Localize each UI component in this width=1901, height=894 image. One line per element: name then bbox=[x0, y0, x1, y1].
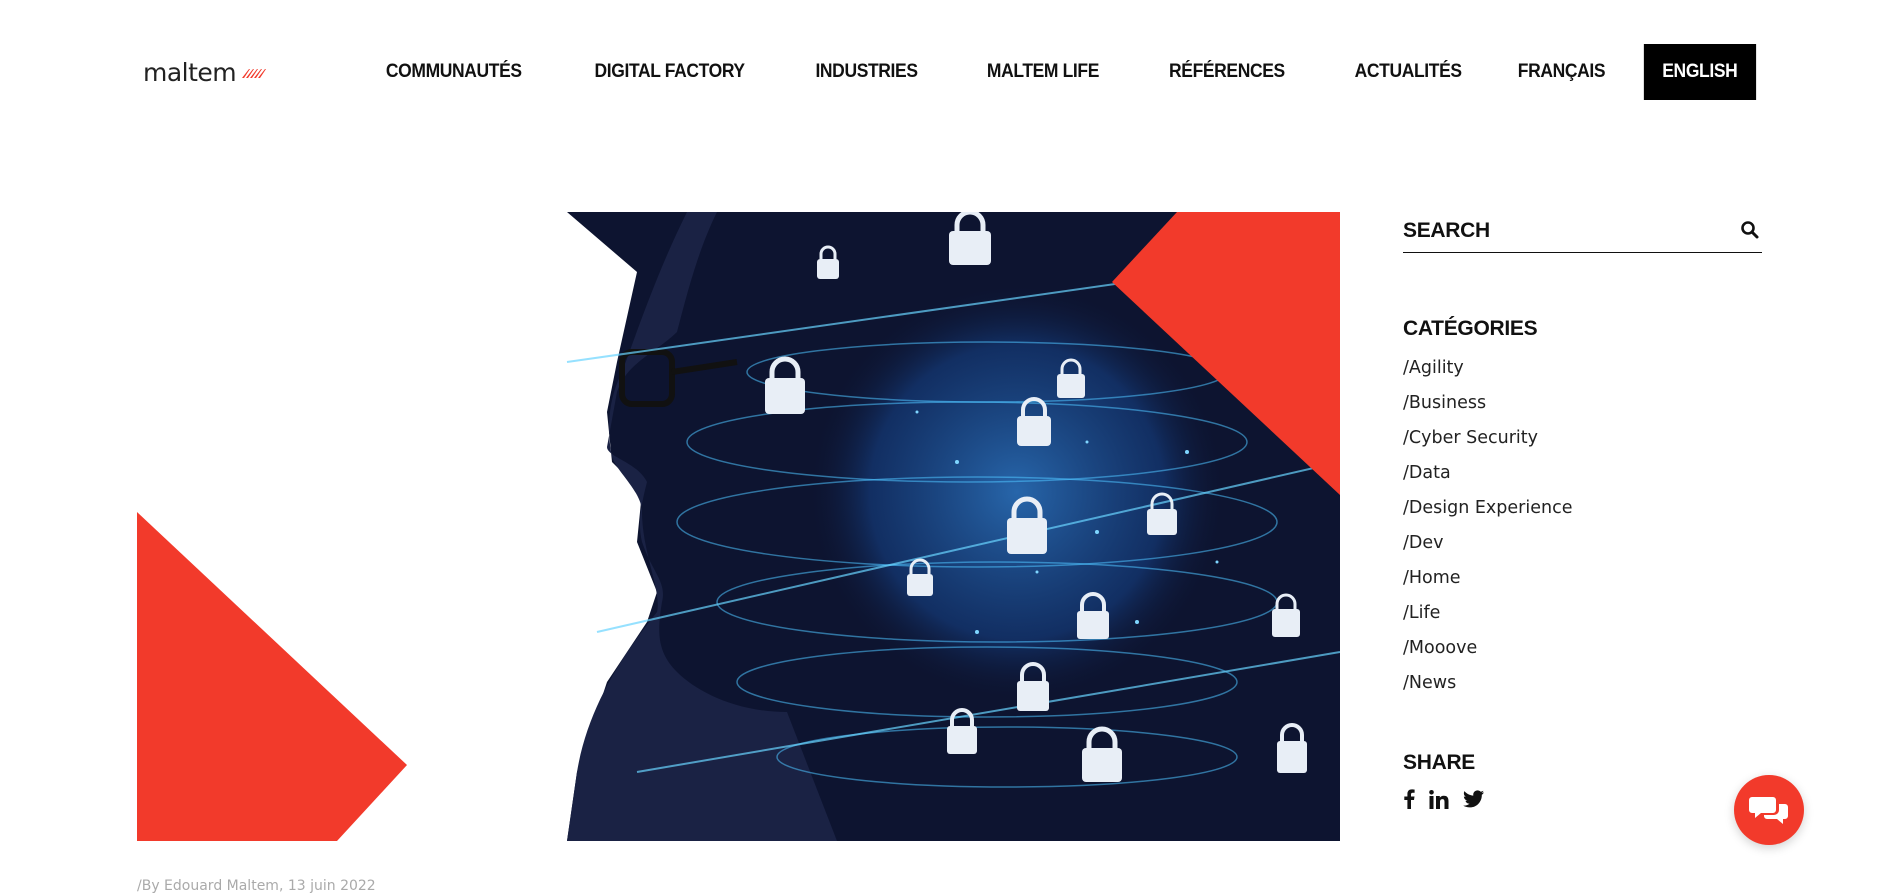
search-icon[interactable] bbox=[1740, 220, 1762, 242]
nav-references[interactable]: RÉFÉRENCES bbox=[1169, 61, 1285, 83]
logo-text: maltem bbox=[143, 58, 237, 87]
chat-icon bbox=[1749, 797, 1788, 824]
linkedin-icon[interactable] bbox=[1429, 789, 1449, 809]
maltem-logo[interactable]: maltem bbox=[143, 58, 268, 87]
article-hero-image bbox=[137, 212, 1340, 841]
categories-title: CATÉGORIES bbox=[1403, 317, 1538, 340]
category-dev[interactable]: /Dev bbox=[1403, 526, 1762, 561]
chat-button[interactable] bbox=[1734, 775, 1804, 845]
category-list: /Agility /Business /Cyber Security /Data… bbox=[1403, 351, 1762, 701]
search-input[interactable] bbox=[1403, 212, 1723, 250]
nav-digital-factory[interactable]: DIGITAL FACTORY bbox=[594, 61, 745, 83]
share-title: SHARE bbox=[1403, 751, 1476, 774]
cyber-security-image bbox=[137, 212, 1340, 841]
nav-maltem-life[interactable]: MALTEM LIFE bbox=[987, 61, 1100, 83]
blog-sidebar: CATÉGORIES /Agility /Business /Cyber Sec… bbox=[1403, 212, 1762, 809]
category-agility[interactable]: /Agility bbox=[1403, 351, 1762, 386]
nav-communautes[interactable]: COMMUNAUTÉS bbox=[386, 61, 522, 83]
facebook-icon[interactable] bbox=[1403, 789, 1415, 809]
share-icons bbox=[1403, 789, 1762, 809]
site-header: maltem COMMUNAUTÉS DIGITAL FACTORY INDUS… bbox=[0, 0, 1901, 140]
nav-industries[interactable]: INDUSTRIES bbox=[816, 61, 919, 83]
lang-english[interactable]: ENGLISH bbox=[1644, 44, 1757, 100]
category-mooove[interactable]: /Mooove bbox=[1403, 631, 1762, 666]
main-nav: COMMUNAUTÉS DIGITAL FACTORY INDUSTRIES M… bbox=[386, 44, 1761, 100]
category-data[interactable]: /Data bbox=[1403, 456, 1762, 491]
category-life[interactable]: /Life bbox=[1403, 596, 1762, 631]
category-cyber-security[interactable]: /Cyber Security bbox=[1403, 421, 1762, 456]
nav-actualites[interactable]: ACTUALITÉS bbox=[1355, 61, 1462, 83]
category-news[interactable]: /News bbox=[1403, 666, 1762, 701]
category-business[interactable]: /Business bbox=[1403, 386, 1762, 421]
twitter-icon[interactable] bbox=[1463, 790, 1484, 808]
category-design-experience[interactable]: /Design Experience bbox=[1403, 491, 1762, 526]
article-meta: /By Edouard Maltem, 13 juin 2022 bbox=[137, 878, 376, 894]
logo-mark-icon bbox=[240, 66, 268, 85]
lang-francais[interactable]: FRANÇAIS bbox=[1518, 61, 1606, 83]
category-home[interactable]: /Home bbox=[1403, 561, 1762, 596]
search-box bbox=[1403, 212, 1762, 253]
